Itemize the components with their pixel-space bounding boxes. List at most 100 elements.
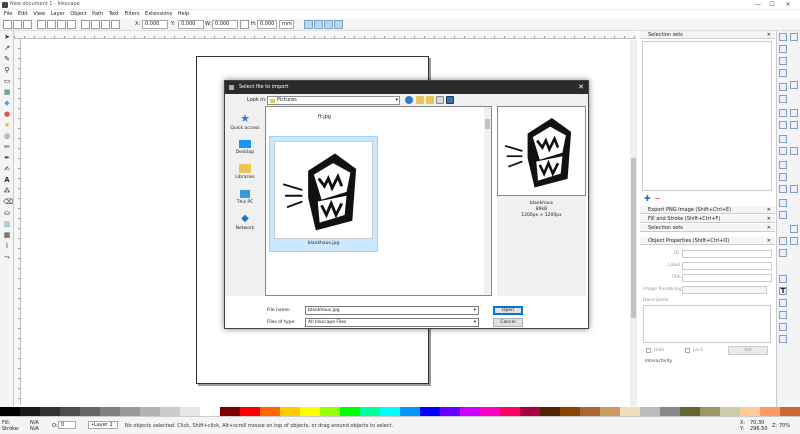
file-entry-ft[interactable]: ft.jpg [318, 114, 331, 120]
palette-swatch[interactable] [160, 407, 180, 416]
palette-swatch[interactable] [680, 407, 700, 416]
palette-swatch[interactable] [120, 407, 140, 416]
open-icon[interactable] [779, 45, 787, 53]
gradient-tool-icon[interactable]: ▥ [3, 220, 11, 228]
description-field[interactable] [643, 305, 771, 343]
open-button[interactable]: Open [493, 306, 523, 315]
palette-swatch[interactable] [740, 407, 760, 416]
transform-patterns-icon[interactable] [334, 20, 343, 29]
menu-edit[interactable]: Edit [18, 10, 28, 19]
lower-to-bottom-icon[interactable] [111, 20, 120, 29]
ungroup-icon[interactable] [779, 249, 787, 257]
image-rendering-select[interactable] [682, 286, 767, 294]
menu-path[interactable]: Path [92, 10, 103, 19]
place-libraries[interactable]: Libraries [225, 164, 265, 180]
zoom-selection-icon[interactable] [779, 161, 787, 169]
flip-vertical-icon[interactable] [67, 20, 76, 29]
deselect-icon[interactable] [23, 20, 32, 29]
menu-help[interactable]: Help [178, 10, 189, 19]
y-field[interactable]: 0.000 [178, 20, 204, 29]
snap-midpoints-icon[interactable] [790, 147, 798, 155]
xml-editor-icon[interactable] [779, 299, 787, 307]
node-tool-icon[interactable]: ↗ [3, 44, 11, 52]
rotate-cw-icon[interactable] [47, 20, 56, 29]
palette-swatch[interactable] [0, 407, 20, 416]
palette-swatch[interactable] [420, 407, 440, 416]
stroke-value[interactable]: N/A [30, 426, 39, 432]
filetype-select[interactable]: All Inkscape Files ▾ [305, 318, 479, 327]
lock-checkbox[interactable] [685, 348, 690, 353]
file-list[interactable]: ft.jpg blankhaus.jpg [265, 106, 492, 296]
panel-selection-sets[interactable]: Selection sets ✕ [640, 224, 775, 232]
menu-file[interactable]: File [4, 10, 12, 19]
palette-swatch[interactable] [540, 407, 560, 416]
place-desktop[interactable]: Desktop [225, 140, 265, 155]
print-icon[interactable] [779, 69, 787, 77]
w-field[interactable]: 0.000 [212, 20, 238, 29]
file-entry-selected[interactable]: blankhaus.jpg [269, 136, 378, 252]
import-icon[interactable] [779, 83, 787, 91]
calligraphy-tool-icon[interactable]: ✍ [3, 165, 11, 173]
flip-horizontal-icon[interactable] [57, 20, 66, 29]
palette-swatch[interactable] [300, 407, 320, 416]
palette-swatch[interactable] [180, 407, 200, 416]
preview-toggle-icon[interactable] [446, 96, 454, 104]
panel-export-png[interactable]: Export PNG Image (Shift+Ctrl+E) ✕ [640, 206, 775, 214]
snap-page-icon[interactable] [790, 225, 798, 233]
measure-tool-icon[interactable]: ▭ [3, 77, 11, 85]
palette-swatch[interactable] [380, 407, 400, 416]
mesh-tool-icon[interactable]: ▦ [3, 231, 11, 239]
palette-swatch[interactable] [400, 407, 420, 416]
palette-swatch[interactable] [580, 407, 600, 416]
redo-icon[interactable] [779, 121, 787, 129]
unit-select[interactable]: mm [279, 20, 294, 29]
place-this-pc[interactable]: This PC [225, 190, 265, 205]
menu-layer[interactable]: Layer [51, 10, 65, 19]
raise-to-top-icon[interactable] [81, 20, 90, 29]
palette-swatch[interactable] [60, 407, 80, 416]
x-field[interactable]: 0.000 [142, 20, 168, 29]
palette-swatch[interactable] [320, 407, 340, 416]
rotate-ccw-icon[interactable] [37, 20, 46, 29]
paste-icon[interactable] [779, 147, 787, 155]
duplicate-icon[interactable] [779, 199, 787, 207]
palette-swatch[interactable] [480, 407, 500, 416]
palette-swatch[interactable] [760, 407, 780, 416]
palette-swatch[interactable] [720, 407, 740, 416]
palette-swatch[interactable] [360, 407, 380, 416]
snap-center-icon[interactable] [790, 185, 798, 193]
zoom-drawing-icon[interactable] [779, 173, 787, 181]
palette-swatch[interactable] [660, 407, 680, 416]
panel-selection-sets-top[interactable]: Selection sets ✕ [640, 31, 775, 39]
tweak-tool-icon[interactable]: ✎ [3, 55, 11, 63]
file-list-scrollbar[interactable] [484, 107, 491, 295]
snap-grid-icon[interactable] [790, 237, 798, 245]
eraser-tool-icon[interactable]: ⌫ [3, 198, 13, 206]
menu-text[interactable]: Text [109, 10, 119, 19]
spiral-tool-icon[interactable]: ◎ [3, 132, 11, 140]
undo-icon[interactable] [779, 109, 787, 117]
pen-tool-icon[interactable]: ✒ [3, 154, 11, 162]
scale-corners-icon[interactable] [314, 20, 323, 29]
rectangle-tool-icon[interactable]: ■ [3, 88, 11, 96]
lookin-select[interactable]: Pictures ▾ [267, 96, 400, 105]
place-network[interactable]: ◆ Network [225, 214, 265, 232]
palette-swatch[interactable] [40, 407, 60, 416]
selector-tool-icon[interactable]: ➤ [3, 33, 11, 41]
lower-icon[interactable] [101, 20, 110, 29]
star-tool-icon[interactable]: ★ [3, 121, 11, 129]
palette-swatch[interactable] [500, 407, 520, 416]
filename-input[interactable]: blankhaus.jpg ▾ [305, 306, 479, 315]
palette-swatch[interactable] [240, 407, 260, 416]
zoom-page-icon[interactable] [779, 185, 787, 193]
lock-ratio-icon[interactable] [240, 20, 249, 29]
new-doc-icon[interactable] [779, 33, 787, 41]
palette-swatch[interactable] [460, 407, 480, 416]
snap-nodes-icon[interactable] [790, 109, 798, 117]
palette-swatch[interactable] [340, 407, 360, 416]
interactivity-expander[interactable]: Interactivity [645, 359, 672, 364]
zoom-value[interactable]: 70% [779, 423, 790, 429]
panel-object-properties[interactable]: Object Properties (Shift+Ctrl+O) ✕ [640, 237, 775, 245]
fill-stroke-icon[interactable] [779, 275, 787, 283]
palette-swatch[interactable] [200, 407, 220, 416]
